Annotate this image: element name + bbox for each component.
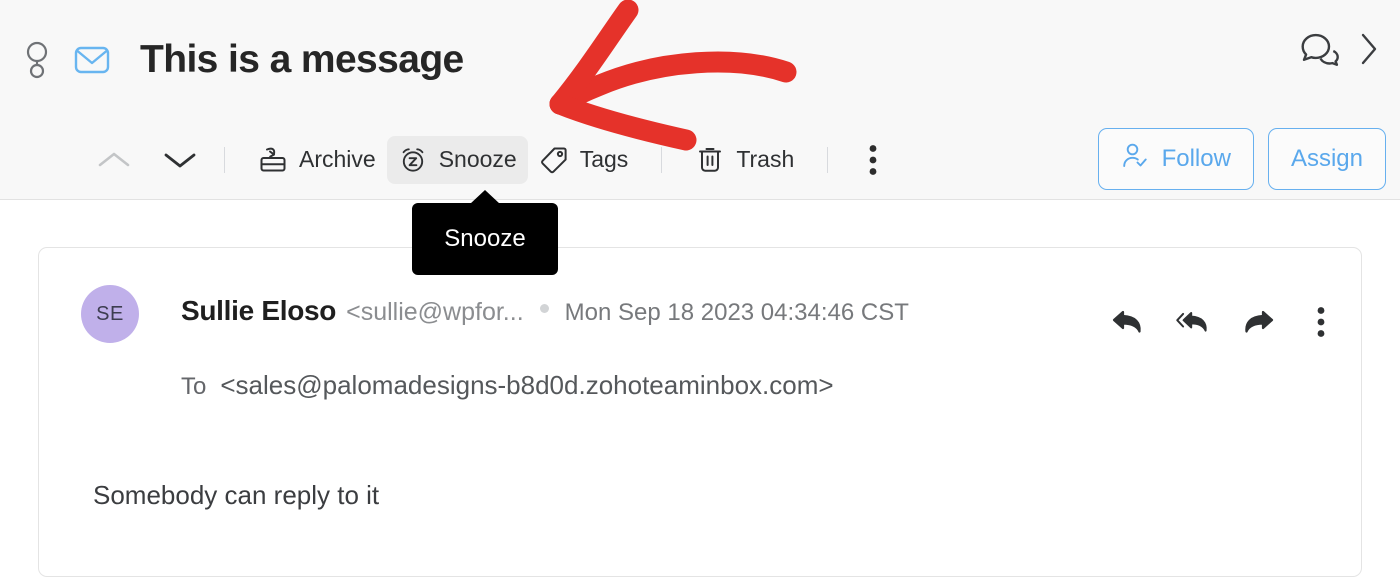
chevron-up-icon[interactable]: [92, 138, 136, 182]
snooze-button[interactable]: Snooze: [386, 135, 528, 184]
page-title: This is a message: [140, 38, 464, 81]
toolbar-right-actions: Follow Assign: [1097, 128, 1386, 190]
recipient-line: To <sales@palomadesigns-b8d0d.zohoteamin…: [181, 370, 834, 401]
message-actions: [1111, 304, 1339, 340]
message-body: Somebody can reply to it: [93, 480, 380, 510]
title-row: This is a message: [0, 0, 1400, 120]
archive-button[interactable]: Archive: [247, 136, 387, 184]
more-vertical-icon[interactable]: [1303, 304, 1339, 340]
sender-name: Sullie Eloso: [181, 295, 337, 326]
chevron-down-icon[interactable]: [158, 138, 202, 182]
assign-button[interactable]: Assign: [1267, 128, 1386, 190]
avatar: SE: [81, 285, 139, 343]
toolbar-divider: [224, 146, 225, 173]
app-header: This is a message Archive Snooze Tags Tr…: [0, 0, 1400, 200]
tag-icon: [539, 145, 569, 175]
tags-button[interactable]: Tags: [528, 136, 640, 184]
message-card: SE Sullie Eloso <sullie@wpfor... Mon Sep…: [38, 247, 1362, 577]
snooze-tooltip: Snooze: [412, 190, 558, 275]
separator-dot: [539, 304, 549, 313]
follow-button-label: Follow: [1161, 145, 1231, 172]
trash-button-label: Trash: [736, 146, 795, 172]
message-header: SE Sullie Eloso <sullie@wpfor... Mon Sep…: [39, 248, 1361, 400]
trash-button[interactable]: Trash: [684, 136, 805, 184]
follow-button[interactable]: Follow: [1097, 128, 1254, 190]
assign-button-label: Assign: [1290, 145, 1363, 172]
tooltip-label: Snooze: [444, 225, 526, 252]
trash-bin-icon: [695, 145, 725, 175]
snooze-button-label: Snooze: [438, 146, 517, 172]
reply-all-arrow-icon[interactable]: [1175, 304, 1211, 340]
sender-email: <sullie@wpfor...: [346, 298, 524, 326]
to-value: <sales@palomadesigns-b8d0d.zohoteaminbox…: [220, 370, 834, 400]
header-actions: [1296, 28, 1380, 70]
forward-arrow-icon[interactable]: [1239, 304, 1275, 340]
envelope-icon[interactable]: [72, 40, 112, 80]
alarm-clock-z-icon: [398, 145, 428, 175]
chevron-right-icon[interactable]: [1358, 30, 1380, 68]
archive-box-icon: [258, 145, 288, 175]
tags-button-label: Tags: [579, 146, 629, 172]
reply-arrow-icon[interactable]: [1111, 304, 1147, 340]
archive-button-label: Archive: [299, 146, 376, 172]
sender-line: Sullie Eloso <sullie@wpfor... Mon Sep 18…: [181, 295, 909, 327]
message-timestamp: Mon Sep 18 2023 04:34:46 CST: [564, 299, 909, 326]
message-toolbar: Archive Snooze Tags Trash Follow Assign: [0, 120, 1400, 199]
to-label: To: [181, 373, 207, 400]
person-check-icon: [1121, 142, 1149, 177]
tooltip-arrow: [470, 190, 500, 204]
more-vertical-icon[interactable]: [850, 137, 896, 183]
toolbar-divider: [827, 146, 829, 173]
contact-person-icon[interactable]: [22, 38, 52, 82]
chat-bubbles-icon[interactable]: [1296, 28, 1340, 70]
toolbar-divider: [661, 146, 663, 173]
